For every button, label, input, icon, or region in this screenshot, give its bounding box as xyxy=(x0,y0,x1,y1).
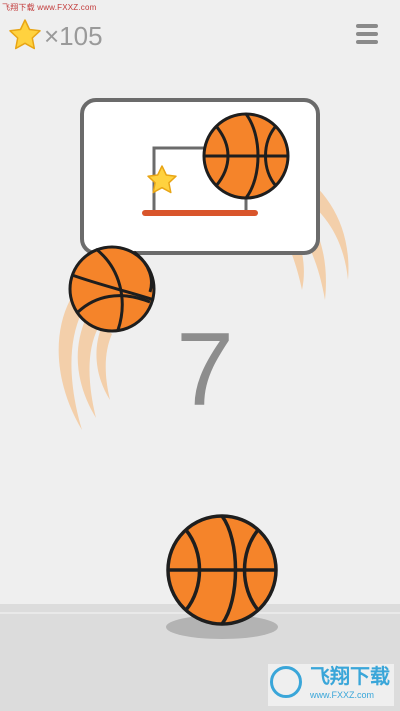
basketball-top xyxy=(202,112,290,200)
basketball-player[interactable] xyxy=(166,514,278,626)
game-screen[interactable]: 飞翔下载 www.FXXZ.com ×105 7 飞翔下载 www.FXXZ.c… xyxy=(0,0,400,711)
score-display: 7 xyxy=(176,312,234,428)
watermark-logo-url: www.FXXZ.com xyxy=(310,690,375,700)
basketball-left xyxy=(68,245,156,333)
watermark-logo: 飞翔下载 www.FXXZ.com xyxy=(268,664,394,706)
watermark-logo-icon xyxy=(270,666,302,698)
watermark-logo-text: 飞翔下载 xyxy=(310,666,390,688)
hoop-rim xyxy=(142,210,258,216)
